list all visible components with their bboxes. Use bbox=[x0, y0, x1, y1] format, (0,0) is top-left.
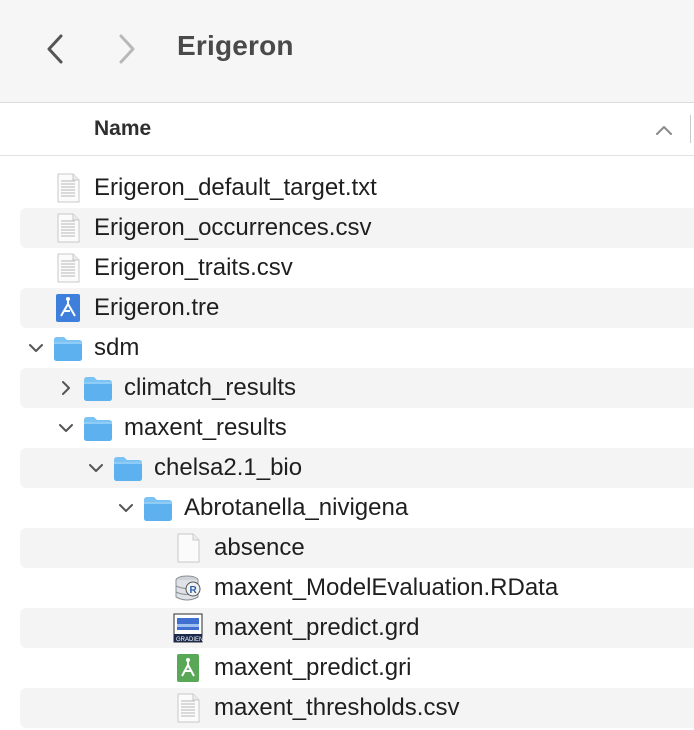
file-row[interactable]: Erigeron.tre bbox=[20, 288, 694, 328]
file-row[interactable]: Erigeron_traits.csv bbox=[20, 248, 694, 288]
folder-row[interactable]: maxent_results bbox=[20, 408, 694, 448]
chevron-down-icon[interactable] bbox=[27, 338, 45, 358]
item-name: Erigeron_traits.csv bbox=[94, 254, 293, 281]
item-name: maxent_predict.grd bbox=[214, 614, 420, 641]
item-name: chelsa2.1_bio bbox=[154, 454, 303, 481]
chevron-down-icon[interactable] bbox=[117, 498, 135, 518]
csv-document-icon bbox=[172, 692, 204, 724]
item-name: Erigeron.tre bbox=[94, 294, 220, 321]
svg-text:GRADIENT: GRADIENT bbox=[176, 637, 204, 643]
chevron-left-icon bbox=[40, 30, 70, 68]
csv-document-icon bbox=[52, 252, 84, 284]
file-row[interactable]: GRADIENT maxent_predict.grd bbox=[20, 608, 694, 648]
name-column-header[interactable]: Name bbox=[94, 117, 151, 141]
item-name: absence bbox=[214, 534, 305, 561]
folder-row[interactable]: sdm bbox=[20, 328, 694, 368]
text-document-icon bbox=[52, 172, 84, 204]
back-button[interactable] bbox=[40, 30, 70, 68]
chevron-right-icon bbox=[112, 30, 142, 68]
window-title: Erigeron bbox=[177, 30, 294, 61]
file-row[interactable]: Erigeron_default_target.txt bbox=[20, 168, 694, 208]
chevron-down-icon[interactable] bbox=[57, 418, 75, 438]
folder-icon bbox=[52, 332, 84, 364]
item-name: Erigeron_occurrences.csv bbox=[94, 214, 372, 241]
tree-file-icon bbox=[52, 292, 84, 324]
gri-file-icon bbox=[172, 652, 204, 684]
gradient-file-icon: GRADIENT bbox=[172, 612, 207, 644]
item-name: Abrotanella_nivigena bbox=[184, 494, 409, 521]
file-row[interactable]: Rmaxent_ModelEvaluation.RData bbox=[20, 568, 694, 608]
chevron-right-icon[interactable] bbox=[57, 378, 75, 398]
folder-row[interactable]: chelsa2.1_bio bbox=[20, 448, 694, 488]
window-toolbar: Erigeron bbox=[0, 0, 694, 103]
item-name: maxent_results bbox=[124, 414, 287, 441]
file-row[interactable]: absence bbox=[20, 528, 694, 568]
folder-icon bbox=[82, 372, 114, 404]
forward-button[interactable] bbox=[112, 30, 142, 68]
column-header: Name bbox=[0, 103, 694, 156]
csv-document-icon bbox=[52, 212, 84, 244]
folder-icon bbox=[82, 412, 114, 444]
blank-document-icon bbox=[172, 532, 204, 564]
folder-icon bbox=[142, 492, 174, 524]
rdata-file-icon: R bbox=[172, 572, 204, 604]
item-name: climatch_results bbox=[124, 374, 297, 401]
item-name: sdm bbox=[94, 334, 140, 361]
folder-row[interactable]: Abrotanella_nivigena bbox=[20, 488, 694, 528]
item-name: maxent_predict.gri bbox=[214, 654, 412, 681]
file-row[interactable]: maxent_predict.gri bbox=[20, 648, 694, 688]
item-name: Erigeron_default_target.txt bbox=[94, 174, 377, 201]
item-name: maxent_ModelEvaluation.RData bbox=[214, 574, 559, 601]
svg-text:R: R bbox=[190, 585, 198, 596]
file-row[interactable]: maxent_thresholds.csv bbox=[20, 688, 694, 728]
item-name: maxent_thresholds.csv bbox=[214, 694, 460, 721]
column-divider[interactable] bbox=[690, 115, 691, 143]
file-row[interactable]: Erigeron_occurrences.csv bbox=[20, 208, 694, 248]
folder-icon bbox=[112, 452, 144, 484]
chevron-up-icon[interactable] bbox=[655, 123, 673, 141]
chevron-down-icon[interactable] bbox=[87, 458, 105, 478]
folder-row[interactable]: climatch_results bbox=[20, 368, 694, 408]
